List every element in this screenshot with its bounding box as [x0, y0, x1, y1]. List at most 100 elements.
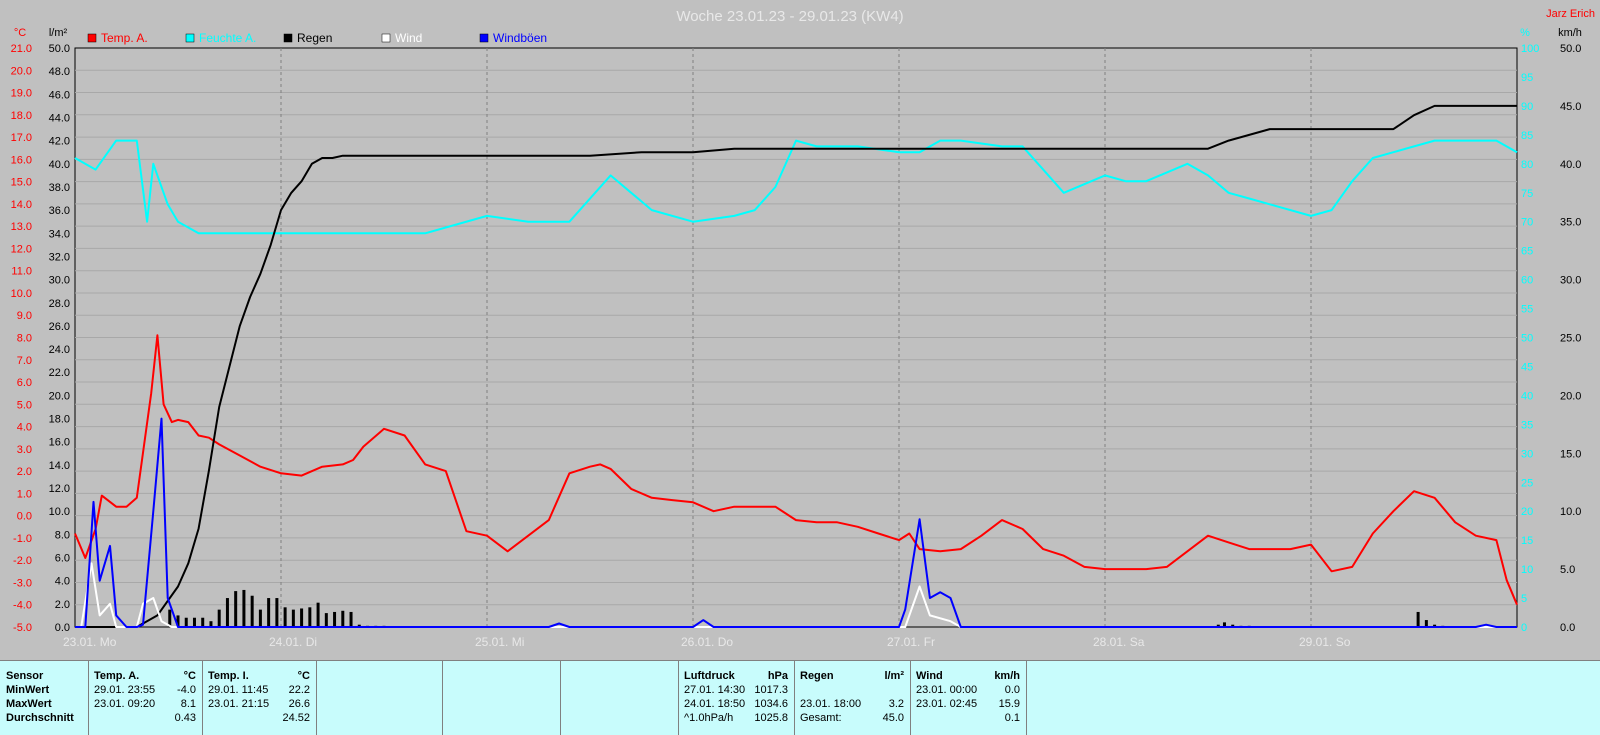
rain-bar [300, 608, 304, 627]
stats-pressure-unit: hPa [767, 670, 788, 682]
temp-axis-tick-label: 20.0 [11, 65, 32, 77]
rain-bar [234, 591, 238, 627]
stats-pressure-header: Luftdruck [684, 670, 735, 682]
temp-axis-tick-label: 5.0 [17, 399, 32, 411]
stats-rain-header: Regen [800, 670, 834, 682]
stats-col-temp-i: Temp. I. °C 29.01. 11:45 22.2 23.01. 21:15… [202, 661, 317, 735]
stats-temp-a-unit: °C [183, 670, 196, 682]
rain-bar [349, 611, 353, 627]
stats-col-temp-a: Temp. A. °C 29.01. 23:55 -4.0 23.01. 09:20… [88, 661, 203, 735]
stats-wind-avg-val: 0.1 [1004, 712, 1020, 724]
x-axis-tick-label: 23.01. Mo [63, 635, 117, 649]
rain-axis-tick-label: 30.0 [49, 275, 70, 287]
wind-axis-tick-label: 40.0 [1560, 159, 1581, 171]
stats-wind-max-time: 23.01. 02:45 [916, 698, 978, 710]
legend-swatch [185, 33, 195, 43]
legend-swatch [479, 33, 489, 43]
stats-col-empty-3 [560, 661, 679, 735]
x-axis-tick-label: 24.01. Di [269, 635, 317, 649]
humidity-axis-tick-label: 95 [1521, 72, 1533, 84]
rain-bar [291, 609, 295, 627]
stats-pressure-avg-val: 1025.8 [754, 712, 788, 724]
x-axis-tick-label: 26.01. Do [681, 635, 733, 649]
stats-rain-total-label: Gesamt: [800, 712, 842, 724]
x-axis-tick-label: 28.01. Sa [1093, 635, 1145, 649]
wind-axis-tick-label: 50.0 [1560, 43, 1581, 55]
stats-temp-a-min-time: 29.01. 23:55 [94, 684, 156, 696]
temp-axis-tick-label: -4.0 [13, 600, 32, 612]
stats-temp-i-min-time: 29.01. 11:45 [208, 684, 269, 696]
legend-label: Temp. A. [101, 31, 148, 45]
rain-axis-tick-label: 24.0 [49, 344, 70, 356]
temp-axis-tick-label: 15.0 [11, 177, 32, 189]
rain-bar [250, 595, 254, 627]
rain-bar [316, 602, 320, 627]
temp-axis-tick-label: 0.0 [17, 511, 32, 523]
stats-pressure-avg-label: ^1.0hPa/h [684, 712, 734, 724]
rain-axis-tick-label: 20.0 [49, 390, 70, 402]
rain-bar [258, 609, 262, 627]
temp-axis-tick-label: 13.0 [11, 221, 32, 233]
humidity-axis-tick-label: 70 [1521, 217, 1533, 229]
temp-axis-tick-label: 8.0 [17, 333, 32, 345]
rain-bar [1424, 620, 1428, 627]
legend-swatch [87, 33, 97, 43]
rain-axis-tick-label: 40.0 [49, 159, 70, 171]
rain-bar [275, 598, 279, 627]
rain-axis-tick-label: 12.0 [49, 483, 70, 495]
humidity-axis-tick-label: 25 [1521, 477, 1533, 489]
temp-axis-tick-label: 4.0 [17, 422, 32, 434]
stats-label-min: MinWert [6, 684, 50, 696]
humidity-axis-tick-label: 30 [1521, 448, 1533, 460]
humidity-axis-tick-label: 35 [1521, 419, 1533, 431]
legend-label: Feuchte A. [199, 31, 256, 45]
rain-axis-tick-label: 10.0 [49, 506, 70, 518]
legend-swatch [283, 33, 293, 43]
humidity-axis-tick-label: 75 [1521, 188, 1533, 200]
stats-rain-total-val: 45.0 [882, 712, 904, 724]
temp-axis-tick-label: -1.0 [13, 533, 32, 545]
rain-axis-tick-label: 32.0 [49, 251, 70, 263]
temp-axis-tick-label: -2.0 [13, 555, 32, 567]
stats-header-sensor: Sensor [6, 670, 44, 682]
rain-bar [1416, 611, 1420, 627]
rain-axis-tick-label: 34.0 [49, 228, 70, 240]
stats-col-rain: Regen l/m² 23.01. 18:00 3.2 Gesamt: 45.0 [794, 661, 911, 735]
temp-axis-tick-label: 18.0 [11, 110, 32, 122]
stats-pressure-max-val: 1034.6 [754, 698, 788, 710]
rain-axis-tick-label: 0.0 [55, 622, 70, 634]
stats-temp-a-max-time: 23.01. 09:20 [94, 698, 156, 710]
weather-chart: 21.0 20.0 19.0 18.0 17.0 16.0 15.0 14.0 13.0 12.0… [11, 8, 1595, 649]
stats-rain-max-val: 3.2 [888, 698, 904, 710]
humidity-axis-tick-label: 90 [1521, 101, 1533, 113]
stats-temp-i-max-time: 23.01. 21:15 [208, 698, 270, 710]
wind-axis-tick-label: 35.0 [1560, 217, 1581, 229]
wind-axis-tick-label: 25.0 [1560, 333, 1581, 345]
temp-axis-tick-label: 2.0 [17, 466, 32, 478]
temp-axis-tick-label: -3.0 [13, 577, 32, 589]
stats-wind-min-time: 23.01. 00:00 [916, 684, 978, 696]
humidity-axis-unit: % [1520, 27, 1530, 39]
temp-axis-unit: °C [14, 27, 26, 39]
temp-axis-tick-label: 10.0 [11, 288, 32, 300]
rain-bar [184, 617, 188, 627]
x-axis-tick-label: 29.01. So [1299, 635, 1351, 649]
x-axis-tick-label: 27.01. Fr [887, 635, 935, 649]
rain-axis-tick-label: 28.0 [49, 298, 70, 310]
wind-axis-unit: km/h [1558, 27, 1582, 39]
stats-label-max: MaxWert [6, 698, 52, 710]
temp-axis-tick-label: 7.0 [17, 355, 32, 367]
stats-label-avg: Durchschnitt [6, 712, 74, 724]
rain-axis-tick-label: 22.0 [49, 367, 70, 379]
rain-bar [267, 598, 271, 627]
rain-axis-tick-label: 4.0 [55, 576, 70, 588]
wind-axis-tick-label: 45.0 [1560, 101, 1581, 113]
stats-temp-i-max-val: 26.6 [288, 698, 310, 710]
stats-rain-max-time: 23.01. 18:00 [800, 698, 862, 710]
wind-axis-tick-label: 30.0 [1560, 275, 1581, 287]
legend-label: Regen [297, 31, 332, 45]
legend-label: Wind [395, 31, 422, 45]
rain-axis-unit: l/m² [49, 27, 68, 39]
stats-temp-i-unit: °C [297, 670, 310, 682]
stats-temp-i-min-val: 22.2 [288, 684, 310, 696]
